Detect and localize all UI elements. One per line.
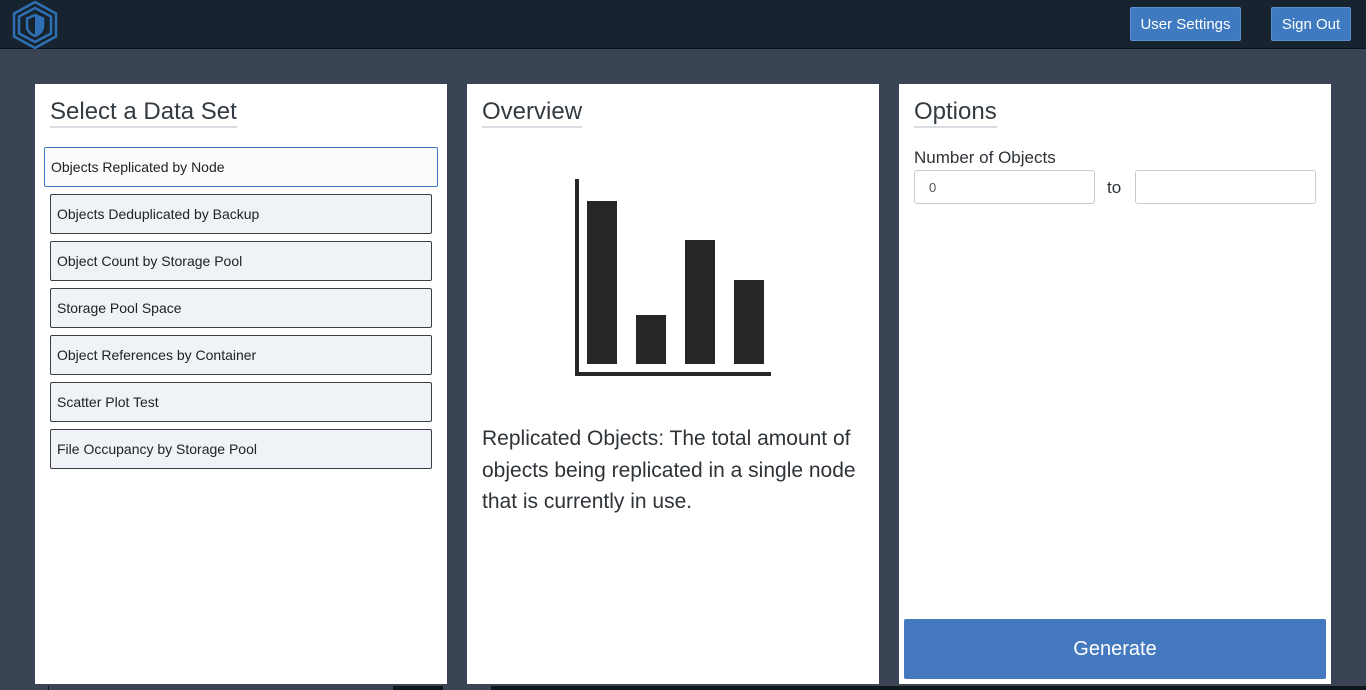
bar-chart-icon [567,174,777,384]
shield-hexagon-icon[interactable] [9,0,61,50]
bottom-edge [491,686,1366,690]
dataset-item[interactable]: Objects Replicated by Node [44,147,438,187]
dataset-item[interactable]: Object References by Container [50,335,432,375]
overview-description: Replicated Objects: The total amount of … [482,427,856,513]
dataset-panel-title: Select a Data Set [50,98,237,128]
min-objects-input[interactable] [914,170,1095,204]
bottom-edge [48,686,49,690]
dataset-item[interactable]: Scatter Plot Test [50,382,432,422]
number-of-objects-label: Number of Objects [914,148,1056,167]
overview-panel: Overview Replicated Objects: The total a… [467,84,879,684]
bottom-edge [393,686,443,690]
range-to-label: to [1107,178,1122,197]
overview-panel-title: Overview [482,98,583,128]
top-bar: User Settings Sign Out [0,0,1366,50]
dataset-panel: Select a Data Set Objects Replicated by … [35,84,447,684]
max-objects-input[interactable] [1135,170,1316,204]
generate-button[interactable]: Generate [904,619,1326,679]
dataset-item[interactable]: File Occupancy by Storage Pool [50,429,432,469]
dataset-item[interactable]: Object Count by Storage Pool [50,241,432,281]
options-panel-title: Options [914,98,997,128]
sign-out-button[interactable]: Sign Out [1271,7,1351,41]
dataset-item[interactable]: Objects Deduplicated by Backup [50,194,432,234]
options-panel: Options Number of Objects to Generate [899,84,1331,684]
dataset-item[interactable]: Storage Pool Space [50,288,432,328]
user-settings-button[interactable]: User Settings [1130,7,1241,41]
